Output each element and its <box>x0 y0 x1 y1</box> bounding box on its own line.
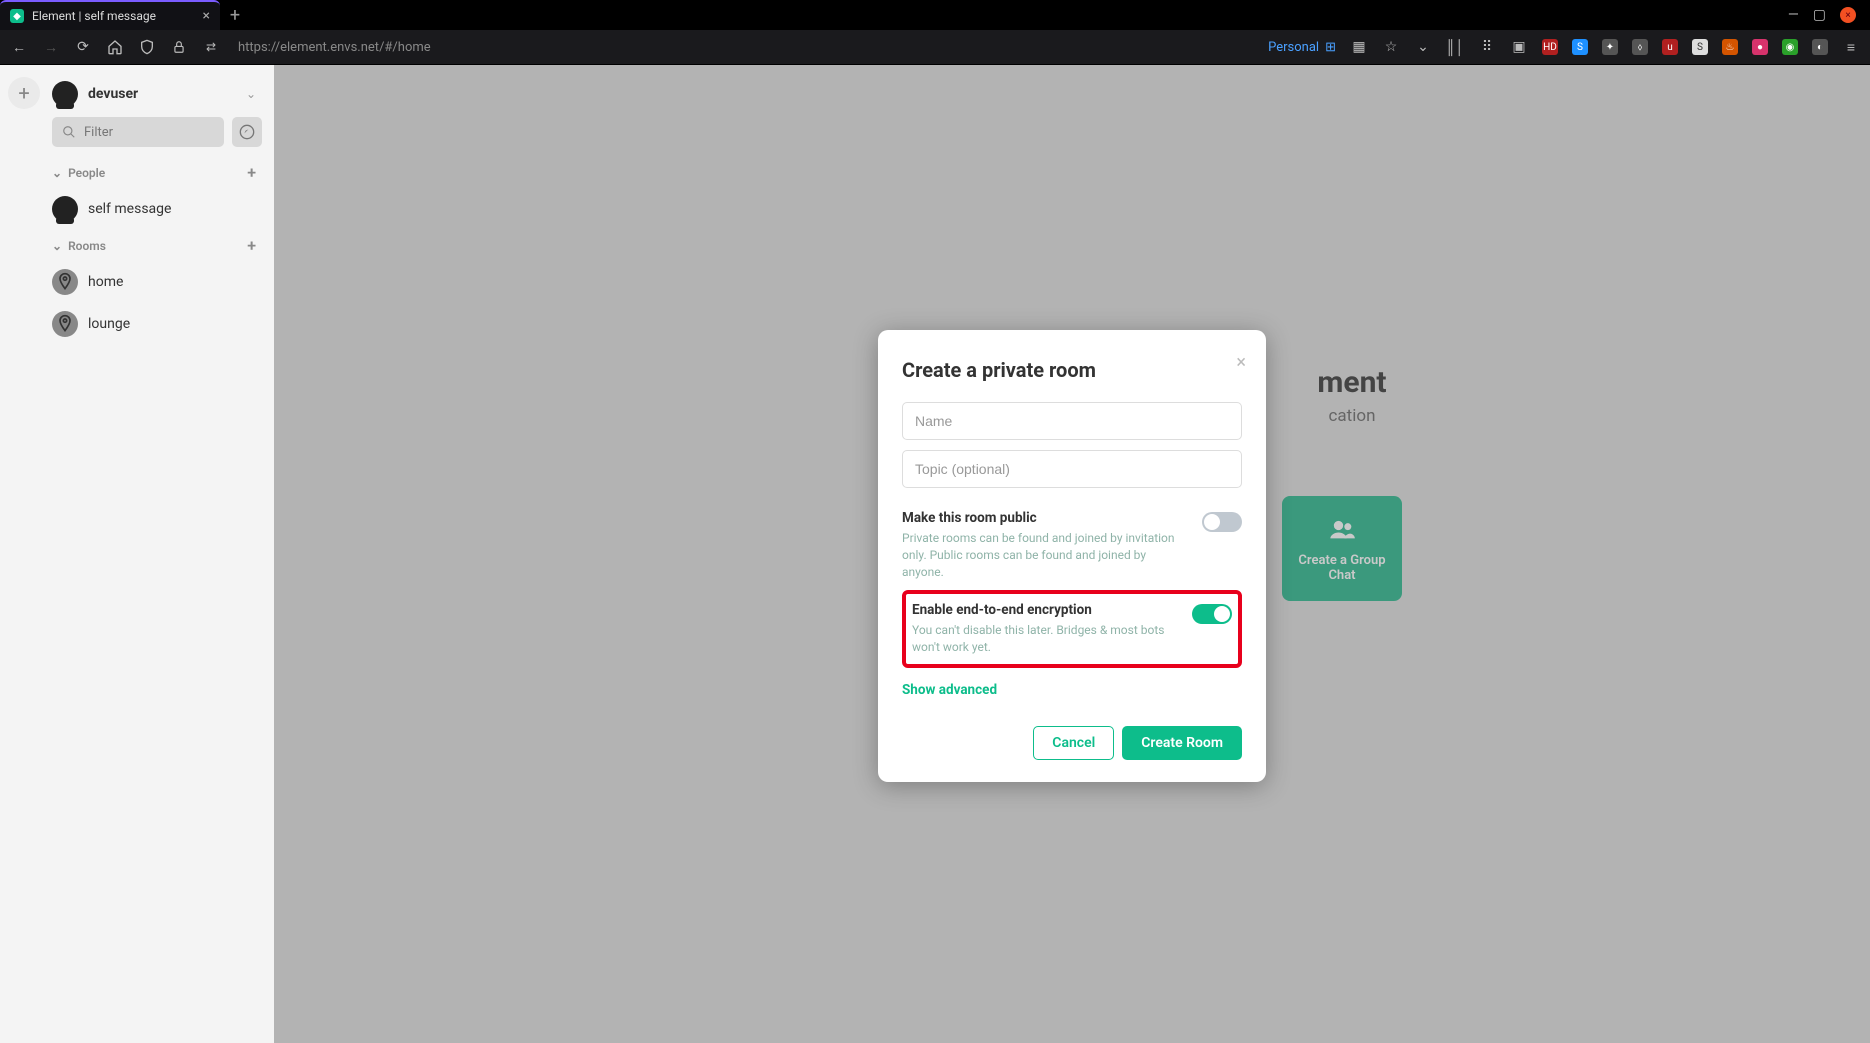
person-avatar-icon <box>52 196 78 222</box>
e2ee-toggle[interactable] <box>1192 604 1232 624</box>
new-tab-button[interactable]: + <box>220 0 250 30</box>
room-name-input[interactable] <box>902 402 1242 440</box>
profile-icon: ⊞ <box>1325 40 1336 55</box>
ext-s2-icon[interactable]: S <box>1692 39 1708 55</box>
ext-hd-icon[interactable]: HD <box>1542 39 1558 55</box>
pin-icon <box>52 311 78 337</box>
username-label: devuser <box>88 86 138 102</box>
ext-grey-icon[interactable]: ◐ <box>1812 39 1828 55</box>
window-maximize-icon[interactable]: ▢ <box>1813 7 1826 23</box>
window-close-icon[interactable]: × <box>1840 7 1856 23</box>
ext-misc1-icon[interactable]: ✦ <box>1602 39 1618 55</box>
browser-tab-active[interactable]: ◆ Element | self message × <box>0 0 220 30</box>
nav-reload-icon[interactable]: ⟳ <box>74 39 92 55</box>
bookmark-star-icon[interactable]: ☆ <box>1382 39 1400 55</box>
ext-pink-icon[interactable]: ● <box>1752 39 1768 55</box>
ext-flame-icon[interactable]: ♨ <box>1722 39 1738 55</box>
nav-back-icon[interactable]: ← <box>10 39 28 56</box>
show-advanced-link[interactable]: Show advanced <box>902 682 1242 698</box>
people-item-label: self message <box>88 201 171 217</box>
ext-green-icon[interactable]: ◉ <box>1782 39 1798 55</box>
make-public-label: Make this room public <box>902 510 1190 526</box>
ext-misc2-icon[interactable]: ⬨ <box>1632 39 1648 55</box>
room-item-lounge[interactable]: lounge <box>48 303 266 345</box>
permissions-icon[interactable]: ⇄ <box>202 40 220 54</box>
setting-make-public: Make this room public Private rooms can … <box>902 498 1242 580</box>
section-rooms-label: Rooms <box>68 239 106 253</box>
nav-home-icon[interactable] <box>106 39 124 55</box>
section-rooms-header[interactable]: ⌄ Rooms + <box>48 230 266 261</box>
user-avatar-icon <box>52 81 78 107</box>
profile-indicator[interactable]: Personal ⊞ <box>1268 40 1336 55</box>
main-area: ment cation Create a Group Chat × Create… <box>274 65 1870 1043</box>
browser-menu-icon[interactable]: ≡ <box>1842 39 1860 56</box>
make-public-toggle[interactable] <box>1202 512 1242 532</box>
make-public-desc: Private rooms can be found and joined by… <box>902 530 1190 580</box>
modal-close-icon[interactable]: × <box>1236 352 1246 373</box>
browser-toolbar: ← → ⟳ ⇄ https://element.envs.net/#/home … <box>0 30 1870 65</box>
room-item-label: lounge <box>88 316 130 332</box>
people-item-self-message[interactable]: self message <box>48 188 266 230</box>
create-room-button[interactable]: Create Room <box>1122 726 1242 760</box>
nav-forward-icon: → <box>42 39 60 56</box>
ext-s-icon[interactable]: S <box>1572 39 1588 55</box>
sidebar-toggle-icon[interactable]: ▣ <box>1510 39 1528 55</box>
left-sidebar: devuser ⌄ Filter ⌄ People + self messag <box>48 65 274 1043</box>
modal-overlay[interactable]: × Create a private room Make this room p… <box>274 65 1870 1043</box>
add-person-button[interactable]: + <box>247 163 262 182</box>
ext-apps-icon[interactable]: ⠿ <box>1478 39 1496 55</box>
user-menu[interactable]: devuser ⌄ <box>48 75 266 117</box>
chevron-down-icon: ⌄ <box>52 166 62 180</box>
section-people-header[interactable]: ⌄ People + <box>48 157 266 188</box>
profile-label: Personal <box>1268 40 1319 55</box>
compass-icon <box>239 124 255 140</box>
chevron-down-icon: ⌄ <box>246 87 262 101</box>
explore-button[interactable] <box>232 117 262 147</box>
window-minimize-icon[interactable]: — <box>1788 7 1799 23</box>
room-topic-input[interactable] <box>902 450 1242 488</box>
ext-ublock-icon[interactable]: u <box>1662 39 1678 55</box>
e2ee-highlight-box: Enable end-to-end encryption You can't d… <box>902 590 1242 668</box>
ext-grid-icon[interactable]: ▦ <box>1350 39 1368 55</box>
filter-input[interactable]: Filter <box>52 117 224 147</box>
chevron-down-icon: ⌄ <box>52 239 62 253</box>
room-item-home[interactable]: home <box>48 261 266 303</box>
url-bar[interactable]: https://element.envs.net/#/home <box>238 40 431 55</box>
shield-icon[interactable] <box>138 39 156 55</box>
e2ee-label: Enable end-to-end encryption <box>912 602 1180 618</box>
add-room-button[interactable]: + <box>247 236 262 255</box>
search-icon <box>62 125 76 139</box>
window-titlebar: ◆ Element | self message × + — ▢ × <box>0 0 1870 30</box>
room-item-label: home <box>88 274 123 290</box>
pocket-icon[interactable]: ⌄ <box>1414 39 1432 55</box>
section-people-label: People <box>68 166 105 180</box>
compose-button[interactable]: + <box>8 77 40 109</box>
filter-placeholder: Filter <box>84 125 113 140</box>
tab-close-icon[interactable]: × <box>203 8 210 24</box>
cancel-button[interactable]: Cancel <box>1033 726 1114 760</box>
spaces-column: + <box>0 65 48 1043</box>
lock-icon[interactable] <box>170 40 188 54</box>
modal-title: Create a private room <box>902 358 1242 382</box>
pin-icon <box>52 269 78 295</box>
create-room-modal: × Create a private room Make this room p… <box>878 330 1266 782</box>
e2ee-desc: You can't disable this later. Bridges & … <box>912 622 1180 656</box>
element-favicon-icon: ◆ <box>10 9 24 23</box>
library-icon[interactable]: ║│ <box>1446 39 1464 56</box>
tab-title: Element | self message <box>32 9 156 23</box>
